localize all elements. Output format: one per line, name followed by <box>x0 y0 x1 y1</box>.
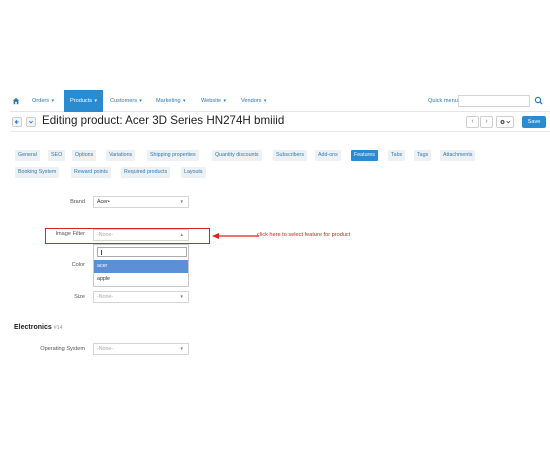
top-navbar: Orders ▾ Products ▾ Customers ▾ Marketin… <box>10 90 550 112</box>
nav-orders[interactable]: Orders ▾ <box>32 90 54 112</box>
admin-app: Orders ▾ Products ▾ Customers ▾ Marketin… <box>10 90 550 358</box>
chevron-down-icon: ▼ <box>179 294 184 299</box>
operating-system-value: -None- <box>97 346 114 352</box>
operating-system-label: Operating System <box>40 346 85 352</box>
operating-system-select[interactable]: -None- ▼ <box>93 343 189 355</box>
annotation-arrow-icon <box>212 233 259 239</box>
tab-subscribers[interactable]: Subscribers <box>273 150 307 161</box>
page-title: Editing product: Acer 3D Series HN274H b… <box>42 114 285 127</box>
dropdown-option-apple[interactable]: apple <box>94 273 188 286</box>
arrow-left-icon <box>14 120 19 124</box>
tab-shipping-properties[interactable]: Shipping properties <box>147 150 199 161</box>
brand-select[interactable]: Acer• ▼ <box>93 196 189 208</box>
section-name: Electronics <box>14 324 52 331</box>
next-product-button[interactable]: › <box>480 116 493 128</box>
nav-vendors[interactable]: Vendors ▾ <box>241 90 266 112</box>
tab-quantity-discounts[interactable]: Quantity discounts <box>212 150 262 161</box>
home-icon[interactable] <box>12 97 20 105</box>
tab-variations[interactable]: Variations <box>106 150 136 161</box>
quick-menu-link[interactable]: Quick menu <box>428 90 458 112</box>
save-button[interactable]: Save <box>522 116 546 128</box>
tab-booking-system[interactable]: Booking System <box>15 167 60 178</box>
brand-value: Acer• <box>97 199 110 205</box>
image-filter-dropdown: acer apple <box>93 244 189 287</box>
tab-features[interactable]: Features <box>351 150 378 161</box>
section-title-electronics: Electronics #14 <box>14 324 63 331</box>
annotation-text: click here to select feature for product <box>257 232 351 238</box>
tab-options[interactable]: Options <box>72 150 97 161</box>
back-button[interactable] <box>12 117 22 127</box>
search-icon[interactable] <box>532 95 546 107</box>
chevron-down-icon: ▼ <box>179 346 184 351</box>
gear-icon <box>500 119 511 125</box>
chevron-left-icon: ‹ <box>471 118 474 125</box>
nav-products[interactable]: Products ▾ <box>64 90 103 112</box>
dropdown-search-input[interactable] <box>97 247 187 257</box>
chevron-right-icon: › <box>485 118 488 125</box>
tab-add-ons[interactable]: Add-ons <box>315 150 341 161</box>
tab-general[interactable]: General <box>15 150 40 161</box>
nav-marketing[interactable]: Marketing ▾ <box>156 90 185 112</box>
tab-tags[interactable]: Tags <box>414 150 432 161</box>
size-label: Size <box>74 294 85 300</box>
text-cursor <box>101 250 102 255</box>
settings-button[interactable] <box>496 116 514 128</box>
nav-website[interactable]: Website ▾ <box>201 90 226 112</box>
highlight-box <box>45 228 210 244</box>
brand-label: Brand <box>70 199 85 205</box>
tab-reward-points[interactable]: Reward points <box>71 167 111 178</box>
tab-layouts[interactable]: Layouts <box>181 167 206 178</box>
dropdown-option-acer[interactable]: acer <box>94 260 188 273</box>
chevron-down-icon <box>29 120 33 124</box>
actions-dropdown-button[interactable] <box>26 117 36 127</box>
tab-seo[interactable]: SEO <box>48 150 66 161</box>
title-bar: Editing product: Acer 3D Series HN274H b… <box>10 112 550 132</box>
nav-customers[interactable]: Customers ▾ <box>110 90 142 112</box>
size-value: -None- <box>97 294 114 300</box>
search-input[interactable] <box>458 95 530 107</box>
color-label: Color <box>71 262 85 268</box>
tab-required-products[interactable]: Required products <box>121 167 171 178</box>
prev-product-button[interactable]: ‹ <box>466 116 479 128</box>
size-select[interactable]: -None- ▼ <box>93 291 189 303</box>
tab-attachments[interactable]: Attachments <box>440 150 476 161</box>
section-id: #14 <box>53 325 63 331</box>
chevron-down-icon: ▼ <box>179 199 184 204</box>
tab-tabs[interactable]: Tabs <box>388 150 406 161</box>
